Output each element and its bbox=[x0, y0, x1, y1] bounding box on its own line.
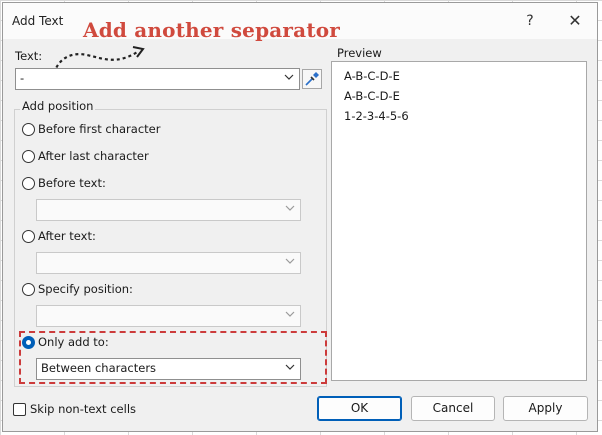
preview-box[interactable]: A-B-C-D-E A-B-C-D-E 1-2-3-4-5-6 bbox=[331, 61, 587, 381]
text-field-label: Text: bbox=[15, 49, 43, 63]
checkbox-label: Skip non-text cells bbox=[30, 402, 137, 416]
chevron-down-icon bbox=[285, 364, 295, 370]
ok-button[interactable]: OK bbox=[317, 396, 402, 421]
radio-after-last-character[interactable]: After last character bbox=[22, 149, 149, 163]
close-button[interactable]: ✕ bbox=[563, 10, 587, 32]
text-combobox-value: - bbox=[20, 71, 25, 85]
help-button[interactable]: ? bbox=[518, 10, 542, 32]
only-add-to-combobox[interactable]: Between characters bbox=[36, 358, 301, 380]
annotation-text: Add another separator bbox=[83, 18, 341, 42]
radio-label: Specify position: bbox=[38, 282, 133, 296]
radio-label: After text: bbox=[38, 229, 96, 243]
chevron-down-icon bbox=[284, 74, 294, 80]
checkbox[interactable] bbox=[13, 402, 26, 416]
after-text-combobox[interactable] bbox=[36, 252, 301, 274]
radio-label: Before text: bbox=[38, 176, 106, 190]
radio-button[interactable] bbox=[22, 149, 35, 163]
radio-button[interactable] bbox=[22, 122, 35, 136]
skip-non-text-cells-checkbox[interactable]: Skip non-text cells bbox=[13, 402, 136, 416]
dialog-title: Add Text bbox=[12, 14, 64, 28]
radio-button[interactable] bbox=[22, 229, 35, 243]
eyedropper-icon bbox=[305, 72, 319, 86]
radio-label: Before first character bbox=[38, 122, 161, 136]
radio-button[interactable] bbox=[22, 282, 35, 296]
cancel-button[interactable]: Cancel bbox=[411, 396, 495, 421]
radio-specify-position[interactable]: Specify position: bbox=[22, 282, 133, 296]
preview-line: 1-2-3-4-5-6 bbox=[344, 109, 409, 123]
before-text-combobox[interactable] bbox=[36, 199, 301, 221]
radio-before-first-character[interactable]: Before first character bbox=[22, 122, 160, 136]
radio-label: Only add to: bbox=[38, 335, 109, 349]
preview-line: A-B-C-D-E bbox=[344, 69, 400, 83]
radio-button[interactable] bbox=[22, 176, 35, 190]
chevron-down-icon bbox=[285, 258, 295, 264]
radio-button[interactable] bbox=[22, 335, 35, 349]
text-combobox[interactable]: - bbox=[15, 68, 300, 90]
only-add-to-value: Between characters bbox=[41, 361, 157, 375]
preview-line: A-B-C-D-E bbox=[344, 89, 400, 103]
chevron-down-icon bbox=[285, 311, 295, 317]
add-position-group-label: Add position bbox=[20, 99, 96, 113]
apply-button[interactable]: Apply bbox=[503, 396, 588, 421]
add-text-dialog: Add Text ? ✕ Add another separator Text:… bbox=[2, 2, 598, 432]
eyedropper-button[interactable] bbox=[302, 69, 322, 89]
chevron-down-icon bbox=[285, 205, 295, 211]
preview-label: Preview bbox=[337, 46, 382, 60]
specify-position-combobox[interactable] bbox=[36, 305, 301, 327]
radio-label: After last character bbox=[38, 149, 149, 163]
radio-only-add-to[interactable]: Only add to: bbox=[22, 335, 109, 349]
radio-after-text[interactable]: After text: bbox=[22, 229, 96, 243]
radio-before-text[interactable]: Before text: bbox=[22, 176, 106, 190]
